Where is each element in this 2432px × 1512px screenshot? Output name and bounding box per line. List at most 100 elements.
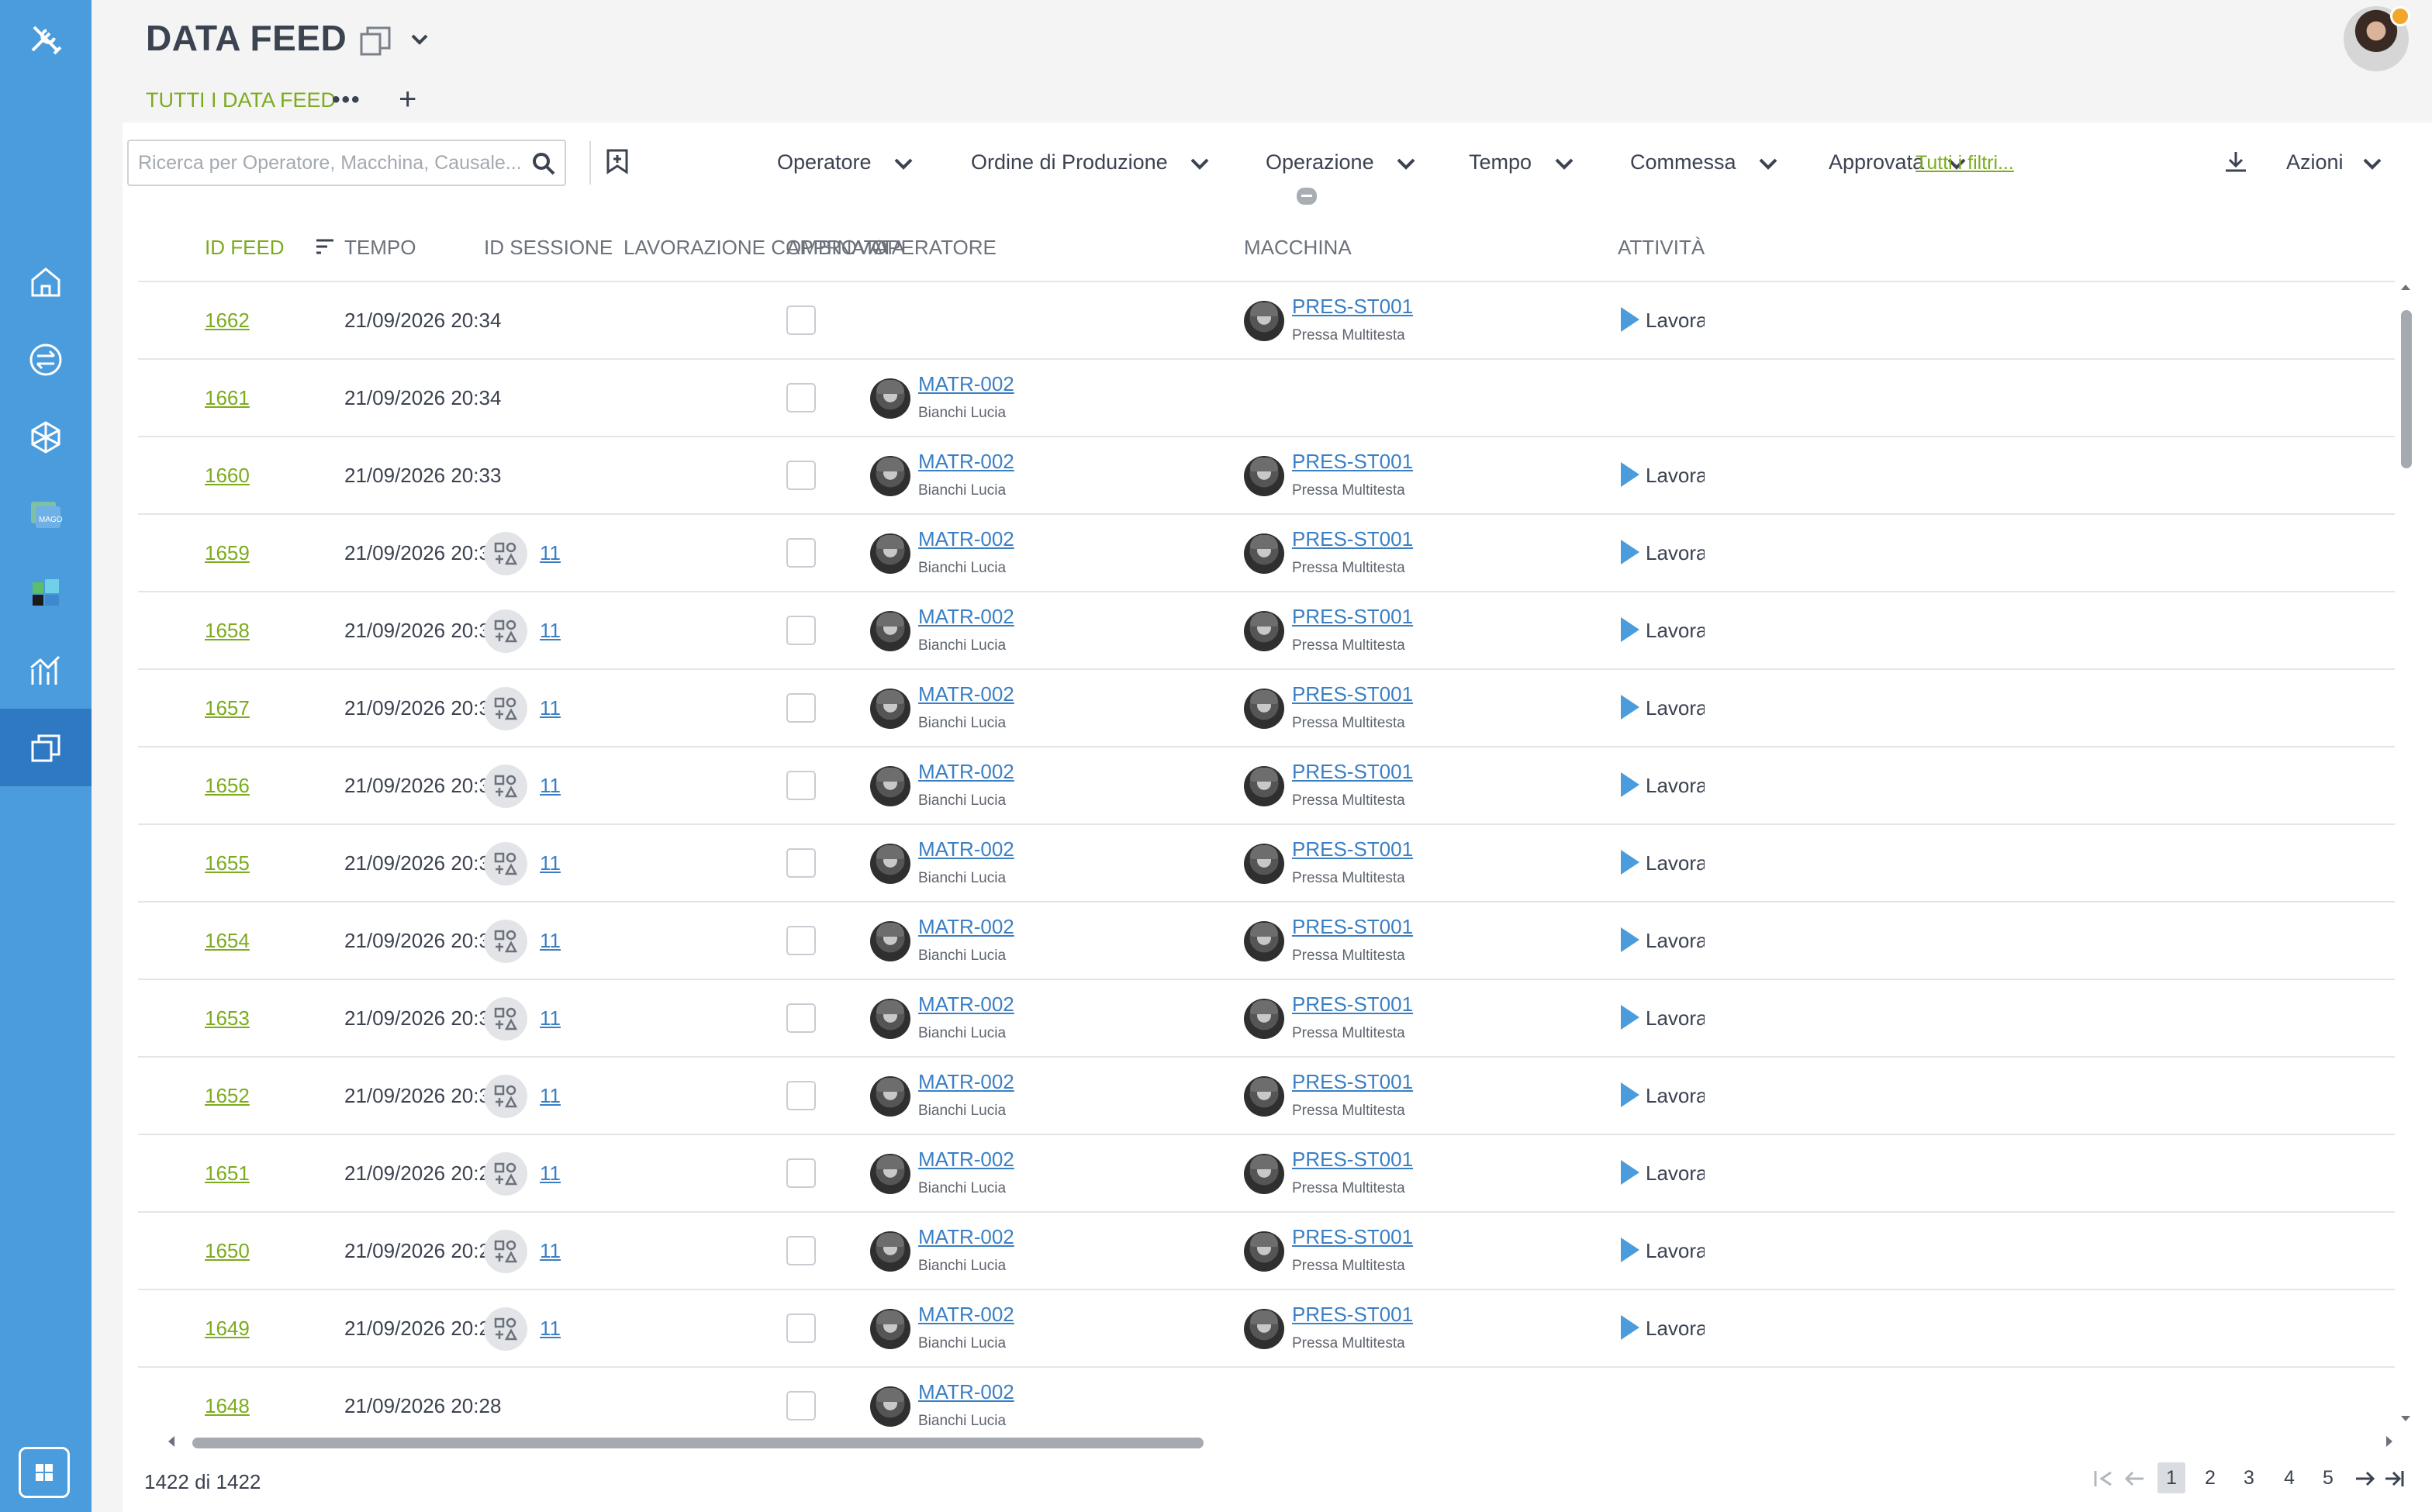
machine-code-link[interactable]: PRES-ST001 — [1292, 837, 1413, 861]
session-id-link[interactable]: 11 — [540, 1006, 561, 1030]
machine-code-link[interactable]: PRES-ST001 — [1292, 605, 1413, 629]
table-row[interactable]: 1651 21/09/2026 20:29 11 MATR-002 Bianchi Lu… — [138, 1135, 2395, 1213]
page-5[interactable]: 5 — [2314, 1462, 2342, 1493]
table-row[interactable]: 1653 21/09/2026 20:30 11 MATR-002 Bianchi Lu… — [138, 980, 2395, 1058]
table-row[interactable]: 1649 21/09/2026 20:28 11 MATR-002 Bianchi Lu… — [138, 1290, 2395, 1368]
chart-icon[interactable] — [0, 631, 92, 709]
approved-checkbox[interactable] — [786, 848, 816, 878]
column-header-tempo[interactable]: TEMPO — [344, 236, 416, 260]
table-row[interactable]: 1654 21/09/2026 20:30 11 MATR-002 Bianchi Lu… — [138, 903, 2395, 980]
feed-id-link[interactable]: 1649 — [205, 1317, 250, 1341]
operator-code-link[interactable]: MATR-002 — [918, 760, 1014, 784]
table-row[interactable]: 1660 21/09/2026 20:33 MATR-002 Bianchi Luci… — [138, 437, 2395, 515]
filter-ordine-di-produzione[interactable]: Ordine di Produzione — [971, 150, 1211, 174]
add-bookmark-icon[interactable] — [603, 147, 631, 179]
page-3[interactable]: 3 — [2235, 1462, 2263, 1493]
session-id-link[interactable]: 11 — [540, 1162, 561, 1186]
page-4[interactable]: 4 — [2275, 1462, 2303, 1493]
operator-code-link[interactable]: MATR-002 — [918, 450, 1014, 474]
operator-code-link[interactable]: MATR-002 — [918, 605, 1014, 629]
horizontal-scrollbar[interactable] — [161, 1431, 2410, 1453]
machine-code-link[interactable]: PRES-ST001 — [1292, 1070, 1413, 1094]
feed-id-link[interactable]: 1657 — [205, 696, 250, 720]
column-header-macchina[interactable]: MACCHINA — [1244, 236, 1352, 260]
download-icon[interactable] — [2223, 149, 2249, 179]
session-id-link[interactable]: 11 — [540, 619, 561, 643]
approved-checkbox[interactable] — [786, 1158, 816, 1188]
feed-id-link[interactable]: 1653 — [205, 1006, 250, 1030]
table-row[interactable]: 1659 21/09/2026 20:33 11 MATR-002 Bianchi Lu… — [138, 515, 2395, 592]
table-row[interactable]: 1662 21/09/2026 20:34 PRES-ST001 Pressa Mul… — [138, 282, 2395, 360]
approved-checkbox[interactable] — [786, 383, 816, 413]
machine-code-link[interactable]: PRES-ST001 — [1292, 915, 1413, 939]
chevron-down-icon[interactable] — [408, 28, 431, 55]
previous-page-icon[interactable] — [2123, 1469, 2147, 1489]
first-page-icon[interactable] — [2092, 1469, 2116, 1489]
operator-code-link[interactable]: MATR-002 — [918, 1070, 1014, 1094]
operator-code-link[interactable]: MATR-002 — [918, 527, 1014, 551]
filter-operazione[interactable]: Operazione — [1266, 150, 1417, 174]
all-filters-link[interactable]: Tutti i filtri... — [1916, 152, 2014, 174]
table-row[interactable]: 1661 21/09/2026 20:34 MATR-002 Bianchi Luci… — [138, 360, 2395, 437]
approved-checkbox[interactable] — [786, 1003, 816, 1033]
session-id-link[interactable]: 11 — [540, 929, 561, 953]
approved-checkbox[interactable] — [786, 1236, 816, 1265]
scrollbar-thumb[interactable] — [2401, 310, 2412, 468]
operator-code-link[interactable]: MATR-002 — [918, 915, 1014, 939]
approved-checkbox[interactable] — [786, 306, 816, 335]
approved-checkbox[interactable] — [786, 538, 816, 568]
approved-checkbox[interactable] — [786, 1314, 816, 1343]
operator-code-link[interactable]: MATR-002 — [918, 1148, 1014, 1172]
table-row[interactable]: 1656 21/09/2026 20:32 11 MATR-002 Bianchi Lu… — [138, 747, 2395, 825]
grid-blocks-icon[interactable] — [0, 554, 92, 631]
tab-all-data-feeds[interactable]: TUTTI I DATA FEED ••• — [124, 87, 385, 126]
session-id-link[interactable]: 11 — [540, 696, 561, 720]
operator-code-link[interactable]: MATR-002 — [918, 1380, 1014, 1404]
feed-id-link[interactable]: 1650 — [205, 1239, 250, 1263]
feed-id-link[interactable]: 1654 — [205, 929, 250, 953]
session-id-link[interactable]: 11 — [540, 774, 561, 798]
filter-tempo[interactable]: Tempo — [1469, 150, 1575, 174]
copy-windows-icon[interactable] — [358, 23, 394, 63]
table-row[interactable]: 1648 21/09/2026 20:28 MATR-002 Bianchi Luci… — [138, 1368, 2395, 1430]
feed-id-link[interactable]: 1662 — [205, 309, 250, 333]
machine-code-link[interactable]: PRES-ST001 — [1292, 682, 1413, 706]
table-row[interactable]: 1650 21/09/2026 20:29 11 MATR-002 Bianchi Lu… — [138, 1213, 2395, 1290]
more-icon[interactable]: ••• — [332, 87, 361, 113]
search-input[interactable]: Ricerca per Operatore, Macchina, Causale… — [127, 140, 566, 186]
add-tab-button[interactable]: + — [399, 82, 416, 117]
scroll-up-icon[interactable] — [2399, 282, 2412, 292]
feed-id-link[interactable]: 1658 — [205, 619, 250, 643]
machine-code-link[interactable]: PRES-ST001 — [1292, 295, 1413, 319]
approved-checkbox[interactable] — [786, 461, 816, 490]
exchange-icon[interactable] — [0, 321, 92, 399]
machine-code-link[interactable]: PRES-ST001 — [1292, 527, 1413, 551]
session-id-link[interactable]: 11 — [540, 1239, 561, 1263]
copy-windows-icon[interactable] — [0, 709, 92, 786]
table-row[interactable]: 1658 21/09/2026 20:33 11 MATR-002 Bianchi Lu… — [138, 592, 2395, 670]
feed-id-link[interactable]: 1661 — [205, 386, 250, 410]
collapse-toolbar-button[interactable] — [1297, 188, 1317, 205]
approved-checkbox[interactable] — [786, 1081, 816, 1110]
table-row[interactable]: 1657 21/09/2026 20:32 11 MATR-002 Bianchi Lu… — [138, 670, 2395, 747]
table-row[interactable]: 1655 21/09/2026 20:31 11 MATR-002 Bianchi Lu… — [138, 825, 2395, 903]
table-row[interactable]: 1652 21/09/2026 20:30 11 MATR-002 Bianchi Lu… — [138, 1058, 2395, 1135]
operator-code-link[interactable]: MATR-002 — [918, 992, 1014, 1017]
page-1[interactable]: 1 — [2157, 1462, 2185, 1493]
vertical-scrollbar[interactable] — [2395, 282, 2416, 1430]
session-id-link[interactable]: 11 — [540, 1317, 561, 1341]
scroll-right-icon[interactable] — [2384, 1434, 2395, 1448]
session-id-link[interactable]: 11 — [540, 541, 561, 565]
approved-checkbox[interactable] — [786, 616, 816, 645]
scroll-down-icon[interactable] — [2399, 1414, 2412, 1424]
operator-code-link[interactable]: MATR-002 — [918, 1225, 1014, 1249]
cube-network-icon[interactable] — [0, 399, 92, 476]
column-header-operatore[interactable]: OPERATORE — [872, 236, 997, 260]
feed-id-link[interactable]: 1656 — [205, 774, 250, 798]
machine-code-link[interactable]: PRES-ST001 — [1292, 1148, 1413, 1172]
scroll-left-icon[interactable] — [166, 1434, 177, 1448]
approved-checkbox[interactable] — [786, 771, 816, 800]
operator-code-link[interactable]: MATR-002 — [918, 372, 1014, 396]
search-icon[interactable] — [530, 150, 557, 177]
session-id-link[interactable]: 11 — [540, 1084, 561, 1108]
